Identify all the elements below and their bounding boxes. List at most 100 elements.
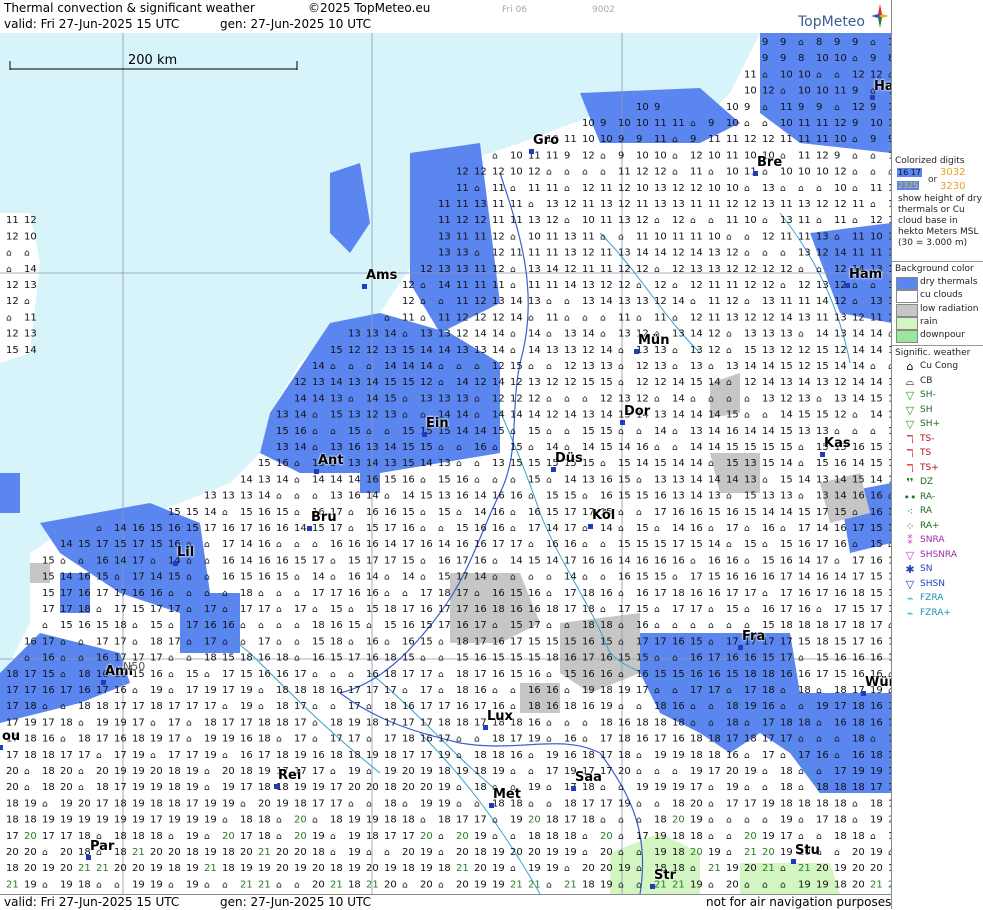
cu-cong-symbol: ⌂ (762, 249, 768, 259)
thermal-value: 19 (528, 734, 541, 745)
thermal-value: 17 (168, 750, 181, 761)
thermal-value: 18 (78, 669, 91, 680)
cu-cong-symbol: ⌂ (708, 605, 714, 615)
thermal-value: 13 (690, 264, 703, 275)
thermal-value: 21 (798, 863, 811, 874)
thermal-value: 13 (582, 296, 595, 307)
thermal-value: 16 (366, 507, 379, 518)
cu-cong-symbol: ⌂ (186, 637, 192, 647)
thermal-value: 13 (456, 264, 469, 275)
thermal-value: 17 (456, 588, 469, 599)
thermal-value: 10 (870, 231, 883, 242)
cu-cong-symbol: ⌂ (60, 735, 66, 745)
thermal-value: 14 (726, 474, 739, 485)
thermal-value: 13 (528, 377, 541, 388)
thermal-value: 17 (762, 750, 775, 761)
cu-cong-symbol: ⌂ (636, 816, 642, 826)
thermal-value: 17 (150, 653, 163, 664)
thermal-value: 11 (690, 199, 703, 210)
cu-cong-symbol: ⌂ (816, 767, 822, 777)
cu-cong-symbol: ⌂ (618, 637, 624, 647)
cu-cong-symbol: ⌂ (780, 281, 786, 291)
thermal-value: 13 (816, 231, 829, 242)
thermal-value: 16 (348, 539, 361, 550)
thermal-value: 14 (114, 523, 127, 534)
thermal-value: 13 (762, 345, 775, 356)
thermal-value: 11 (456, 199, 469, 210)
cu-cong-symbol: ⌂ (636, 313, 642, 323)
thermal-value: 11 (744, 69, 757, 80)
thermal-value: 13 (708, 264, 721, 275)
cu-cong-symbol: ⌂ (168, 621, 174, 631)
thermal-value: 14 (564, 474, 577, 485)
thermal-value: 20 (312, 879, 325, 890)
thermal-value: 18 (726, 701, 739, 712)
city-marker (791, 859, 796, 864)
city-marker (274, 784, 279, 789)
cu-cong-symbol: ⌂ (600, 168, 606, 178)
city-marker (845, 283, 850, 288)
cu-cong-symbol: ⌂ (834, 556, 840, 566)
cu-cong-symbol: ⌂ (618, 346, 624, 356)
thermal-value: 17 (384, 523, 397, 534)
cu-cong-symbol: ⌂ (276, 605, 282, 615)
thermal-value: 18 (42, 766, 55, 777)
map-area[interactable]: 200 km99⌂899⌂119981010⌂9811⌂1010⌂⌂1212⌂1… (0, 33, 891, 894)
thermal-value: 19 (672, 750, 685, 761)
cu-cong-symbol: ⌂ (312, 540, 318, 550)
thermal-value: 13 (384, 458, 397, 469)
cu-cong-symbol: ⌂ (510, 427, 516, 437)
thermal-value: 14 (690, 442, 703, 453)
thermal-value: 16 (780, 555, 793, 566)
thermal-value: 19 (762, 831, 775, 842)
cu-cong-symbol: ⌂ (366, 767, 372, 777)
thermal-value: 15 (672, 669, 685, 680)
thermal-value: 12 (600, 280, 613, 291)
legend-weather-label: RA+ (920, 520, 940, 531)
thermal-value: 14 (852, 361, 865, 372)
cu-cong-symbol: ⌂ (366, 427, 372, 437)
thermal-value: 19 (420, 863, 433, 874)
topmeteo-logo[interactable]: TopMeteo (795, 4, 891, 34)
thermal-value: 15 (420, 442, 433, 453)
thermal-value: 15 (258, 458, 271, 469)
thermal-value: 15 (600, 636, 613, 647)
cu-cong-symbol: ⌂ (672, 362, 678, 372)
thermal-value: 18 (474, 782, 487, 793)
thermal-value: 12 (726, 199, 739, 210)
thermal-value: 11 (654, 118, 667, 129)
thermal-value: 15 (708, 507, 721, 518)
cu-cong-symbol: ⌂ (240, 621, 246, 631)
thermal-value: 17 (24, 685, 37, 696)
thermal-value: 10 (780, 118, 793, 129)
thermal-value: 15 (582, 377, 595, 388)
thermal-value: 17 (312, 766, 325, 777)
cu-cong-symbol: ⌂ (708, 459, 714, 469)
thermal-value: 16 (582, 669, 595, 680)
cu-cong-symbol: ⌂ (492, 621, 498, 631)
thermal-value: 19 (600, 701, 613, 712)
thermal-value: 21 (330, 879, 343, 890)
cu-cong-symbol: ⌂ (762, 783, 768, 793)
thermal-value: 15 (510, 442, 523, 453)
thermal-value: 19 (258, 863, 271, 874)
cu-cong-symbol: ⌂ (744, 783, 750, 793)
thermal-value: 17 (582, 653, 595, 664)
thermal-value: 13 (24, 280, 37, 291)
legend-weather-label: Cu Cong (920, 361, 959, 371)
thermal-value: 16 (636, 734, 649, 745)
cu-cong-symbol: ⌂ (600, 313, 606, 323)
thermal-value: 19 (348, 815, 361, 826)
thermal-value: 13 (798, 199, 811, 210)
cu-cong-symbol: ⌂ (438, 524, 444, 534)
thermal-value: 15 (96, 620, 109, 631)
thermal-value: 19 (24, 798, 37, 809)
cu-cong-symbol: ⌂ (204, 880, 210, 890)
cu-cong-symbol: ⌂ (168, 589, 174, 599)
cu-cong-symbol: ⌂ (492, 686, 498, 696)
thermal-value: 19 (96, 717, 109, 728)
cu-cong-symbol: ⌂ (546, 297, 552, 307)
thermal-value: 17 (438, 604, 451, 615)
thermal-value: 10 (816, 86, 829, 97)
thermal-value: 14 (690, 248, 703, 259)
